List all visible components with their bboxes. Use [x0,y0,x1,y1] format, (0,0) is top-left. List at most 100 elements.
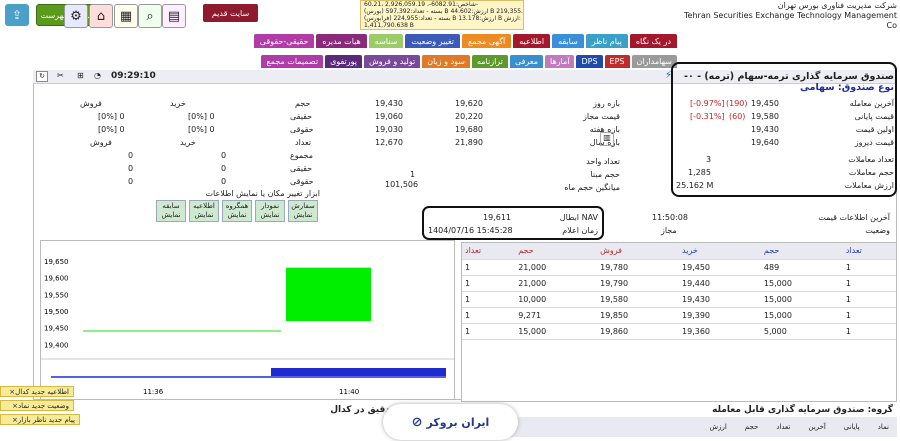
grid-icon[interactable]: ⊞ [77,71,90,83]
order-book-cell: 489 [760,259,843,276]
tab-8[interactable]: حقیقی-حقوقی [253,34,315,48]
table-row[interactable]: 1 5,000 19,360 19,860 15,000 1 [462,323,896,340]
order-book-cell: 15,000 [760,307,843,324]
order-book-cell: 5,000 [760,323,843,340]
group-title: گروه: صندوق سرمایه گذاری قابل معامله [712,405,893,415]
subtab-1[interactable]: EPS [604,55,630,68]
notification-tag[interactable]: اطلاعیه جدید کدال × [0,386,74,397]
clock-icon: ◔ [94,71,101,80]
order-book-cell: 1 [462,291,516,308]
subtab-2[interactable]: DPS [576,55,603,68]
y-tick-label: 19,550 [44,291,69,299]
tab-5[interactable]: تغییر وضعیت [405,34,460,48]
search-icon[interactable]: ⌕ [138,4,162,28]
nav-tabs: در یک نگاه پیام ناظر سابقه اطلاعیه آگهی مجمع… [227,34,677,50]
order-book-cell: 19,850 [597,307,680,324]
order-book-cell: 1 [462,259,516,276]
company-name: شرکت مدیریت فناوری بورس تهران Tehran Sec… [684,1,897,30]
nav-value: 19,611 [483,213,511,222]
tools-note: ابزار تغییر مکان یا نمایش اطلاعات [205,189,321,198]
group-col-header: نماد [877,423,889,431]
close-icon[interactable]: × [9,388,15,396]
subtab-8[interactable]: پورتفوی [325,55,362,68]
order-book-cell: 1 [462,307,516,324]
table-row[interactable]: 1 489 19,450 19,780 21,000 1 [462,259,896,276]
clock-time: 09:29:10 [111,71,156,81]
y-tick-label: 19,500 [44,308,69,316]
brand-logo-icon: ⊘ [411,414,423,430]
notification-label: اطلاعیه جدید کدال [15,387,69,396]
ranges-panel: بازه روز 19,620 19,430 قیمت مجاز 20,220 … [375,99,620,192]
tab-4[interactable]: آگهی مجمع [461,34,512,48]
tool-label: اطلاعیه [193,202,215,210]
subtab-9[interactable]: تصمیمات مجمع [261,55,324,68]
price-bar [286,267,371,321]
group-table-header: نماد پایانی آخرین تعداد حجم ارزش [493,417,897,437]
notification-tag[interactable]: وضعیت جدید نماد × [0,400,74,411]
table-row[interactable]: 1 15,000 19,390 19,850 9,271 1 [462,307,896,324]
tab-6[interactable]: سناسه [368,34,404,48]
nav-time-label: زمان اعلام [562,226,598,235]
group-col-header: پایانی [843,423,860,431]
order-book-cell: 19,860 [597,323,680,340]
order-book-header: فروش [597,243,680,260]
tool-button-4[interactable]: سابقه نمایش [156,200,186,222]
tool-label: سابقه [162,202,180,210]
volume-bar [271,368,446,377]
tool-button-1[interactable]: نمودار نمایش [255,200,285,222]
old-site-button[interactable]: سایت قدیم [203,4,258,22]
order-book-cell: 9,271 [515,307,598,324]
subtab-0[interactable]: سهامداران [631,55,677,68]
tab-1[interactable]: پیام ناظر [585,34,628,48]
subtab-5[interactable]: ترازنامه [471,55,508,68]
order-book-cell: 19,360 [679,323,761,340]
notification-label: پیام جدید ناظر بازار [17,415,75,424]
chart-icon[interactable]: ▤ [162,4,186,28]
nav-subtabs: سهامداران EPS DPS آمارها معرفی ترازنامه سود و … [227,55,677,69]
close-icon[interactable]: × [12,402,18,410]
order-book-header: خرید [679,243,761,260]
table-row[interactable]: 1 15,000 19,440 19,790 21,000 1 [462,275,896,292]
tool-button-0[interactable]: سفارش نمایش [288,200,318,222]
tab-2[interactable]: سابقه [552,34,584,48]
close-icon[interactable]: × [12,416,18,424]
top-header: ⇪ نمایش فهرست ⚙ ⌂ ▦ ⌕ ▤ سایت قدیم شاخص:6… [0,0,900,30]
tool-sublabel: نمایش [194,211,214,219]
client-types: فروش خرید حجم [0%] 0 [0%] 0 حقیقی [0%] 0… [80,99,314,186]
group-col-header: ارزش [709,423,727,431]
order-book-cell: 1 [842,259,896,276]
tab-0[interactable]: در یک نگاه [629,34,677,48]
settings-icon[interactable]: ⚙ [64,4,88,28]
tools-icon[interactable]: ✂ [57,71,70,83]
table-icon[interactable]: ▦ [114,4,138,28]
subtab-6[interactable]: سود و زیان [422,55,470,68]
y-tick-label: 19,650 [44,258,69,266]
order-book-cell: 1 [462,275,516,292]
notification-tag[interactable]: پیام جدید ناظر بازار × [0,414,80,425]
home-logo-icon[interactable]: ⇪ [5,4,29,26]
subtab-7[interactable]: تولید و فروش [363,55,421,68]
nav-time: 1404/07/16 15:45:28 [428,226,513,235]
price-info: آخرین معامله 19,450 (190) [-0.97%] قیمت … [676,99,894,190]
table-row[interactable]: 1 15,000 19,430 19,580 10,000 1 [462,291,896,308]
tool-button-2[interactable]: همگروه نمایش [222,200,252,222]
order-book-cell: 19,430 [679,291,761,308]
tab-3[interactable]: اطلاعیه [513,34,551,48]
refresh-icon[interactable]: ↻ [36,71,48,82]
order-book-cell: 21,000 [515,275,598,292]
home-icon[interactable]: ⌂ [89,4,113,28]
market-ticker: شاخص:6082.91-، 2,926,059.19 ،60.21- (بور… [360,0,524,30]
x-tick-label: 11:36 [143,388,164,396]
group-col-header: تعداد [776,423,791,431]
tool-button-3[interactable]: اطلاعیه نمایش [189,200,219,222]
order-book-header: تعداد [462,243,516,260]
y-tick-label: 19,600 [44,275,69,283]
order-book-cell: 15,000 [515,323,598,340]
order-book-cell: 1 [842,307,896,324]
order-book-cell: 19,580 [597,291,680,308]
subtab-3[interactable]: آمارها [545,55,575,68]
range-chart-icon[interactable]: ▥ [600,132,614,146]
y-tick-label: 19,450 [44,325,69,333]
subtab-4[interactable]: معرفی [509,55,543,68]
tab-7[interactable]: هیات مدیره [316,34,367,48]
